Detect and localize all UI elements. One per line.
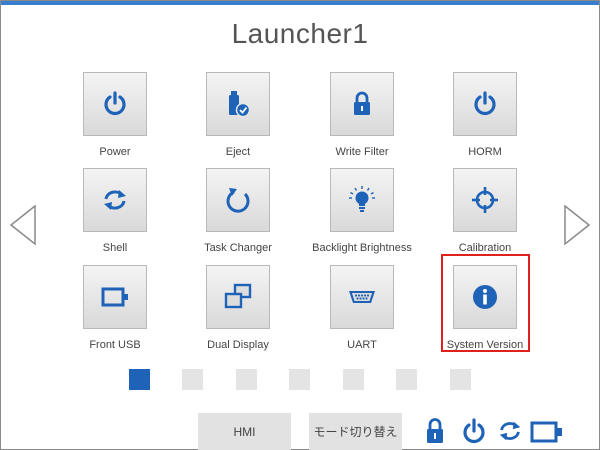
tile-label: HORM bbox=[468, 146, 502, 158]
lock-icon bbox=[427, 418, 443, 443]
tile-horm[interactable]: HORM bbox=[415, 72, 555, 162]
page-indicator-3[interactable] bbox=[236, 369, 257, 390]
tile-button[interactable] bbox=[453, 72, 517, 136]
tile-button[interactable] bbox=[206, 168, 270, 232]
dual-display-icon bbox=[224, 283, 252, 309]
tile-button[interactable] bbox=[330, 168, 394, 232]
lightbulb-icon bbox=[349, 186, 375, 212]
status-lock bbox=[424, 416, 446, 446]
chevron-left-icon bbox=[9, 205, 36, 245]
status-refresh bbox=[496, 416, 524, 446]
power-icon bbox=[104, 91, 126, 116]
tile-button[interactable] bbox=[83, 72, 147, 136]
info-icon bbox=[473, 285, 497, 309]
tile-button[interactable] bbox=[453, 168, 517, 232]
tile-button[interactable] bbox=[83, 168, 147, 232]
title-bar-accent bbox=[1, 1, 599, 5]
power-icon bbox=[474, 91, 496, 116]
page-title: Launcher1 bbox=[231, 18, 369, 49]
page-indicator-7[interactable] bbox=[450, 369, 471, 390]
page-indicator-5[interactable] bbox=[343, 369, 364, 390]
rotate-icon bbox=[226, 188, 250, 213]
mode-switch-button[interactable]: モード切り替え bbox=[309, 413, 402, 450]
power-icon bbox=[463, 418, 485, 444]
refresh-icon bbox=[499, 421, 521, 441]
page-indicator-1[interactable] bbox=[129, 369, 150, 390]
previous-page-arrow[interactable] bbox=[9, 205, 37, 245]
tile-system-version[interactable]: System Version bbox=[415, 265, 555, 355]
tile-button[interactable] bbox=[206, 265, 270, 329]
page-indicator-2[interactable] bbox=[182, 369, 203, 390]
usb-port-icon bbox=[101, 287, 128, 307]
refresh-icon bbox=[104, 190, 126, 210]
lock-icon bbox=[354, 91, 370, 115]
usb-port-icon bbox=[530, 421, 562, 443]
tile-button[interactable] bbox=[83, 265, 147, 329]
crosshair-icon bbox=[472, 187, 498, 213]
tile-button[interactable] bbox=[453, 265, 517, 329]
serial-port-icon bbox=[349, 291, 375, 303]
status-power bbox=[460, 416, 488, 446]
hmi-button[interactable]: HMI bbox=[198, 413, 291, 450]
tile-button[interactable] bbox=[206, 72, 270, 136]
chevron-right-icon bbox=[564, 205, 591, 245]
tile-button[interactable] bbox=[330, 72, 394, 136]
usb-eject-icon bbox=[229, 91, 251, 118]
status-usb bbox=[530, 416, 564, 446]
tile-label: Calibration bbox=[458, 242, 512, 254]
page-indicator-4[interactable] bbox=[289, 369, 310, 390]
next-page-arrow[interactable] bbox=[563, 205, 591, 245]
tile-label: System Version bbox=[446, 339, 524, 351]
tile-calibration[interactable]: Calibration bbox=[415, 168, 555, 258]
page-indicator-6[interactable] bbox=[396, 369, 417, 390]
tile-button[interactable] bbox=[330, 265, 394, 329]
